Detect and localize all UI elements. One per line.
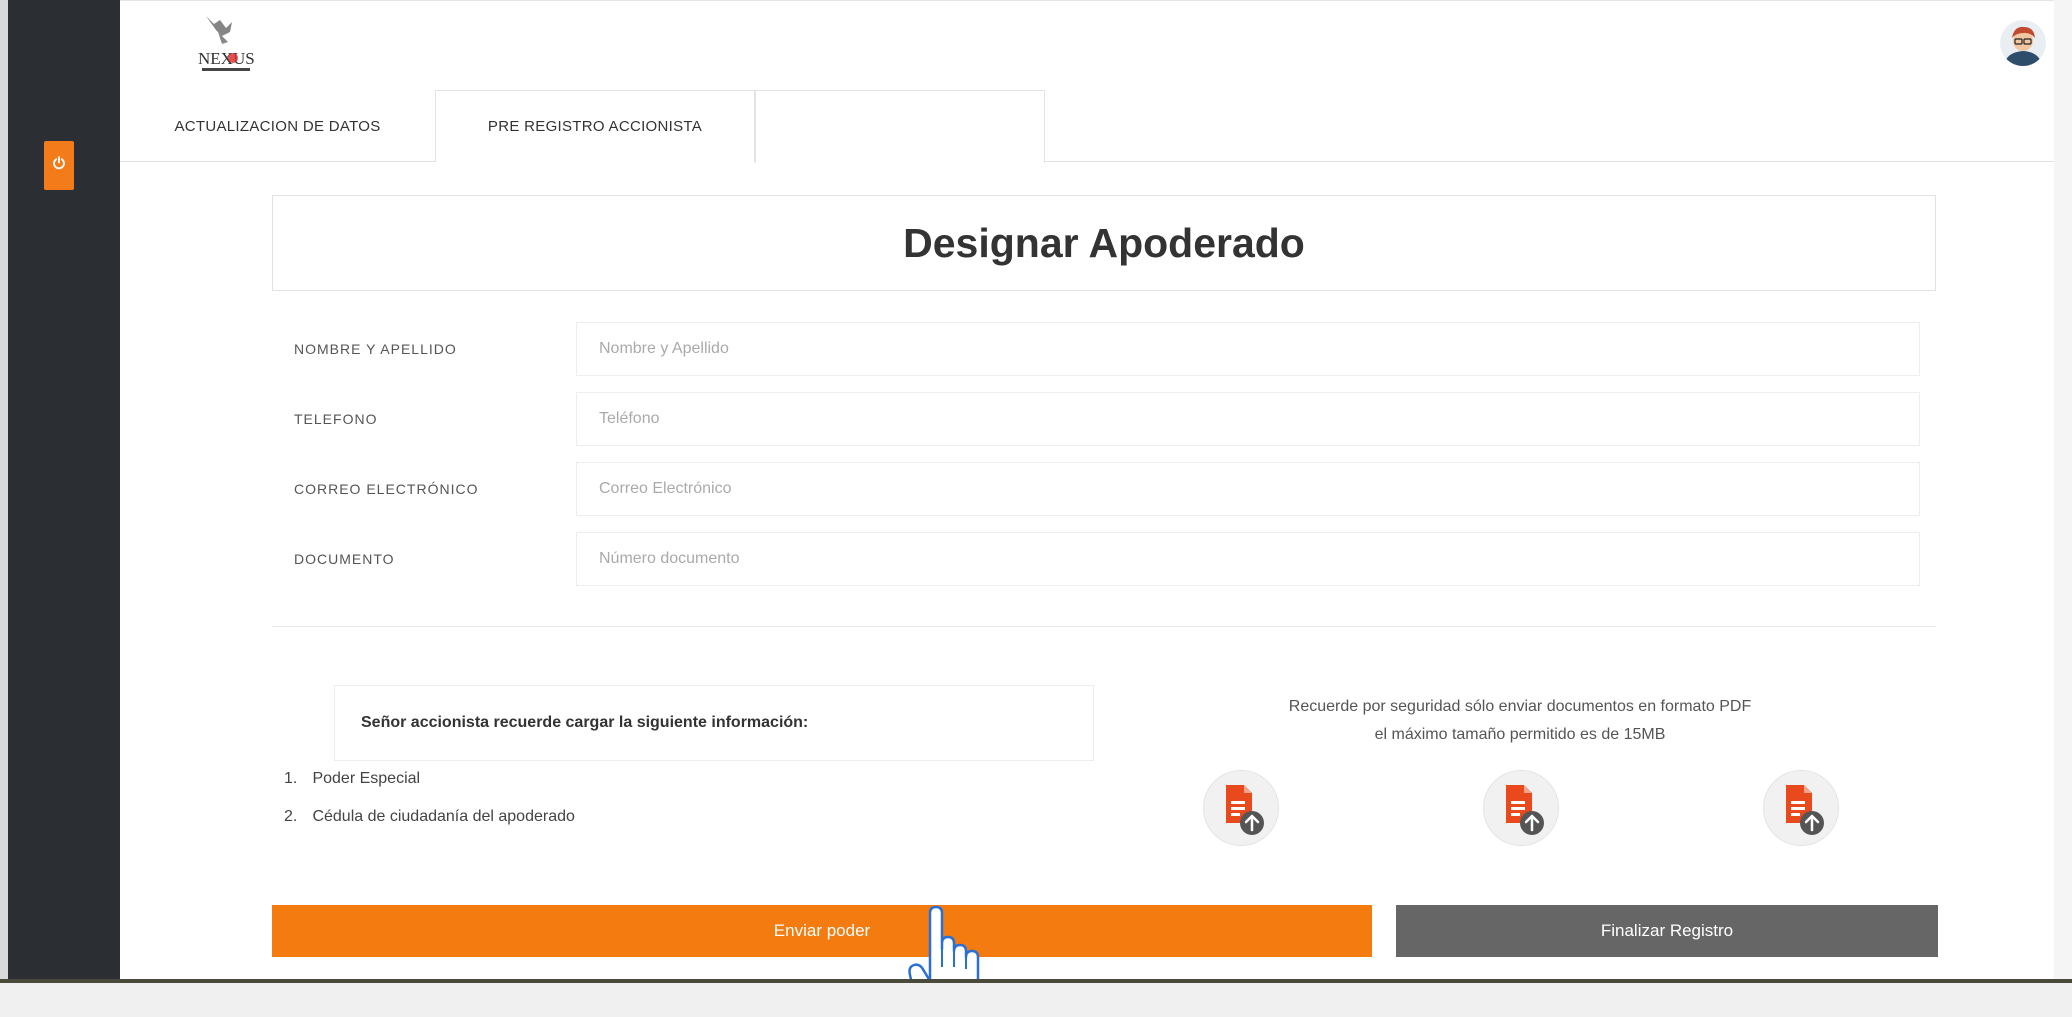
page-title: Designar Apoderado bbox=[272, 195, 1936, 291]
upload-button-2[interactable] bbox=[1483, 770, 1559, 846]
upload-button-1[interactable] bbox=[1203, 770, 1279, 846]
telefono-label: TELEFONO bbox=[294, 411, 378, 427]
power-button[interactable] bbox=[44, 141, 74, 190]
logo-text: NEXUS bbox=[198, 49, 255, 68]
required-documents-list: 1. Poder Especial 2. Cédula de ciudadaní… bbox=[284, 767, 575, 843]
list-item-text: Cédula de ciudadanía del apoderado bbox=[312, 808, 575, 825]
finish-registration-button[interactable]: Finalizar Registro bbox=[1396, 905, 1938, 957]
list-item: 2. Cédula de ciudadanía del apoderado bbox=[284, 805, 575, 843]
form-divider bbox=[272, 626, 1936, 627]
tab-bar: ACTUALIZACION DE DATOS PRE REGISTRO ACCI… bbox=[120, 90, 2054, 163]
pdf-note-line-2: el máximo tamaño permitido es de 15MB bbox=[1374, 726, 1666, 743]
documento-input[interactable] bbox=[576, 532, 1920, 586]
file-upload-icon bbox=[1506, 785, 1544, 835]
sidebar bbox=[8, 0, 120, 1017]
correo-label: CORREO ELECTRÓNICO bbox=[294, 481, 479, 497]
form-row-telefono: TELEFONO bbox=[272, 392, 1936, 446]
tab-actualizacion-datos[interactable]: ACTUALIZACION DE DATOS bbox=[120, 90, 435, 162]
form-row-documento: DOCUMENTO bbox=[272, 532, 1936, 586]
tab-active-blank[interactable] bbox=[755, 90, 1045, 163]
upload-button-3[interactable] bbox=[1763, 770, 1839, 846]
window-bottom bbox=[0, 983, 2072, 1017]
list-item-text: Poder Especial bbox=[312, 770, 421, 787]
list-item-number: 1. bbox=[284, 770, 298, 787]
correo-input[interactable] bbox=[576, 462, 1920, 516]
documento-label: DOCUMENTO bbox=[294, 551, 395, 567]
window-edge bbox=[0, 0, 8, 1017]
pdf-note-line-1: Recuerde por seguridad sólo enviar docum… bbox=[1288, 698, 1752, 715]
power-icon bbox=[52, 156, 66, 175]
file-upload-icon bbox=[1226, 785, 1264, 835]
list-item-number: 2. bbox=[284, 808, 298, 825]
app-frame: NEXUS ACTUALIZACION DE DATOS PRE REGISTR… bbox=[0, 0, 2072, 1017]
window-edge-right bbox=[2054, 0, 2072, 985]
form-row-nombre: NOMBRE Y APELLIDO bbox=[272, 322, 1936, 376]
user-avatar[interactable] bbox=[2000, 20, 2046, 66]
list-item: 1. Poder Especial bbox=[284, 767, 575, 805]
documents-reminder: Señor accionista recuerde cargar la sigu… bbox=[334, 685, 1094, 761]
form-row-correo: CORREO ELECTRÓNICO bbox=[272, 462, 1936, 516]
nombre-input[interactable] bbox=[576, 322, 1920, 376]
pdf-format-note: Recuerde por seguridad sólo enviar docum… bbox=[1190, 693, 1850, 749]
nombre-label: NOMBRE Y APELLIDO bbox=[294, 341, 457, 357]
telefono-input[interactable] bbox=[576, 392, 1920, 446]
nexus-logo[interactable]: NEXUS bbox=[192, 14, 262, 78]
file-upload-icon bbox=[1786, 785, 1824, 835]
tab-pre-registro-accionista[interactable]: PRE REGISTRO ACCIONISTA bbox=[435, 90, 755, 162]
top-bar bbox=[120, 0, 2054, 90]
send-power-button[interactable]: Enviar poder bbox=[272, 905, 1372, 957]
